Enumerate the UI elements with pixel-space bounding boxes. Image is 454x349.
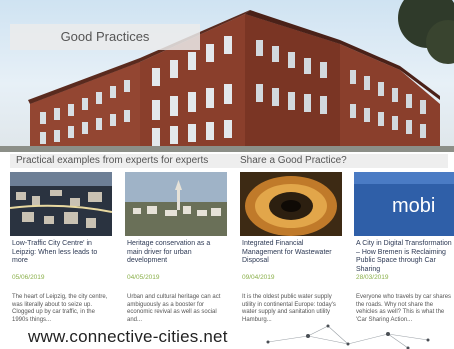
website-url: www.connective-cities.net — [28, 327, 228, 346]
practice-card-heritage[interactable]: Heritage conservation as a main driver f… — [125, 172, 227, 328]
card-description: Everyone who travels by car shares the r… — [356, 294, 452, 323]
card-date: 09/04/2019 — [242, 274, 275, 281]
mobility-sign-text: mobi — [392, 195, 435, 217]
card-title[interactable]: A City in Digital Transformation – How B… — [356, 240, 454, 274]
card-date: 28/03/2019 — [356, 274, 389, 281]
card-title[interactable]: Low-Traffic City Centre' in Leipzig: Whe… — [12, 240, 110, 266]
town-aerial-thumbnail — [125, 172, 227, 236]
hero-banner: Good Practices — [0, 0, 454, 152]
building-photo — [0, 0, 454, 152]
card-date: 04/05/2019 — [127, 274, 160, 281]
card-description: The heart of Leipzig, the city centre, w… — [12, 294, 108, 323]
section-subtitle: Practical examples from experts for expe… — [16, 155, 209, 166]
practice-card-leipzig[interactable]: Low-Traffic City Centre' in Leipzig: Whe… — [10, 172, 112, 328]
card-title[interactable]: Integrated Financial Management for Wast… — [242, 240, 340, 266]
practice-card-bremen[interactable]: mobi A City in Digital Transformation – … — [354, 172, 454, 328]
card-title[interactable]: Heritage conservation as a main driver f… — [127, 240, 225, 266]
network-graphic — [266, 324, 430, 349]
aerial-city-thumbnail — [10, 172, 112, 236]
section-header-bar: Practical examples from experts for expe… — [10, 154, 448, 168]
share-good-practice-link[interactable]: Share a Good Practice? — [240, 154, 347, 168]
mobility-sign-thumbnail: mobi — [354, 172, 454, 236]
card-description: It is the oldest public water supply uti… — [242, 294, 336, 323]
card-description: Urban and cultural heritage can act ambi… — [127, 294, 221, 323]
practice-card-wastewater[interactable]: Integrated Financial Management for Wast… — [240, 172, 342, 328]
tunnel-thumbnail — [240, 172, 342, 236]
page-title: Good Practices — [10, 24, 200, 50]
card-date: 05/06/2019 — [12, 274, 45, 281]
practice-cards: Low-Traffic City Centre' in Leipzig: Whe… — [10, 172, 454, 328]
